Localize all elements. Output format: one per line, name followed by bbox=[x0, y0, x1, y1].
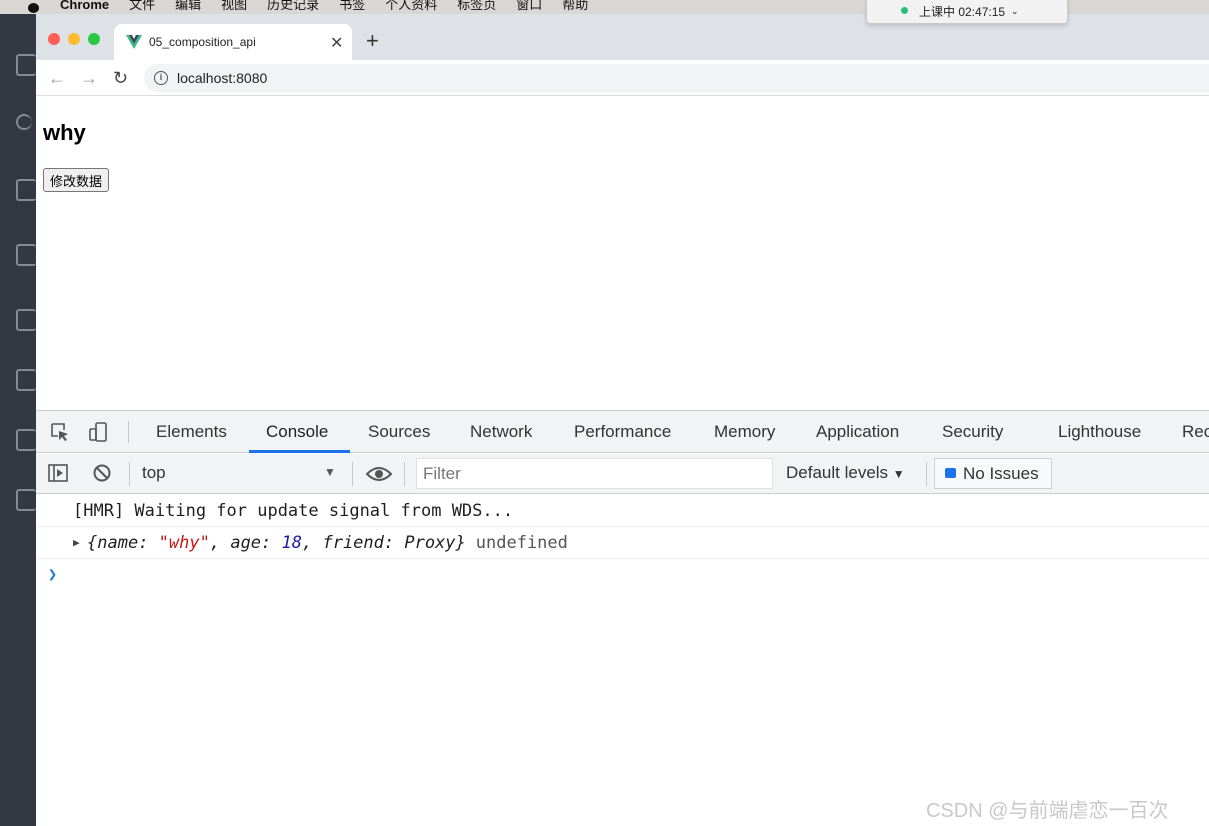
clear-console-icon[interactable] bbox=[92, 463, 112, 483]
object-value-name: "why" bbox=[158, 533, 210, 553]
watermark: CSDN @与前端虐恋一百次 bbox=[926, 800, 1169, 822]
zoom-window-icon[interactable] bbox=[88, 33, 100, 45]
menu-view[interactable]: 视图 bbox=[221, 0, 247, 11]
page-content: why 修改数据 bbox=[36, 96, 1209, 410]
tab-security[interactable]: Security bbox=[942, 422, 1003, 442]
console-message-text: [HMR] Waiting for update signal from WDS… bbox=[73, 501, 514, 521]
menu-profiles[interactable]: 个人资料 bbox=[385, 0, 437, 11]
devtools-panel: Elements Console Sources Network Perform… bbox=[36, 410, 1209, 826]
issues-button[interactable]: No Issues bbox=[934, 458, 1052, 489]
console-toolbar: top ▼ Default levels ▼ No Issues bbox=[36, 454, 1209, 494]
class-status-popup[interactable]: 上课中 02:47:15 ⌄ bbox=[866, 0, 1068, 24]
editor-activity-bar bbox=[0, 14, 36, 826]
search-icon[interactable] bbox=[16, 114, 32, 130]
filter-field[interactable] bbox=[416, 458, 773, 489]
chrome-window: 05_composition_api ✕ + ← → ↻ i localhost… bbox=[36, 14, 1209, 826]
reload-icon[interactable]: ↻ bbox=[113, 68, 128, 89]
forward-icon[interactable]: → bbox=[80, 68, 98, 89]
menu-bookmarks[interactable]: 书签 bbox=[339, 0, 365, 11]
menu-help[interactable]: 帮助 bbox=[562, 0, 588, 11]
active-tab-indicator bbox=[249, 450, 350, 453]
status-dot-icon bbox=[901, 7, 908, 14]
tab-network[interactable]: Network bbox=[470, 422, 532, 442]
menu-app-name[interactable]: Chrome bbox=[60, 0, 109, 11]
close-tab-icon[interactable]: ✕ bbox=[330, 33, 343, 53]
expand-triangle-icon[interactable]: ▶ bbox=[73, 527, 80, 559]
apple-icon[interactable] bbox=[26, 1, 42, 13]
toolbar-divider bbox=[926, 462, 927, 486]
chevron-down-icon: ▼ bbox=[892, 467, 905, 481]
testing-icon[interactable] bbox=[16, 429, 36, 451]
window-controls bbox=[48, 33, 100, 45]
menu-tabs[interactable]: 标签页 bbox=[457, 0, 496, 11]
issues-label: No Issues bbox=[963, 464, 1039, 483]
console-prompt[interactable]: ❯ bbox=[36, 559, 1209, 591]
tab-memory[interactable]: Memory bbox=[714, 422, 775, 442]
console-message: [HMR] Waiting for update signal from WDS… bbox=[36, 495, 1209, 527]
logged-object[interactable]: {name: "why", age: 18, friend: Proxy} bbox=[73, 533, 466, 553]
site-info-icon[interactable]: i bbox=[154, 71, 168, 85]
context-select[interactable]: top bbox=[142, 463, 166, 483]
toolbar-divider bbox=[352, 462, 353, 486]
menu-edit[interactable]: 编辑 bbox=[175, 0, 201, 11]
page-heading: why bbox=[43, 120, 86, 145]
chevron-down-icon[interactable]: ▼ bbox=[324, 465, 336, 479]
tab-elements[interactable]: Elements bbox=[156, 422, 227, 442]
close-window-icon[interactable] bbox=[48, 33, 60, 45]
toolbar-divider bbox=[129, 462, 130, 486]
browser-toolbar: ← → ↻ i localhost:8080 bbox=[36, 60, 1209, 96]
tab-application[interactable]: Application bbox=[816, 422, 899, 442]
debug-icon[interactable] bbox=[16, 244, 36, 266]
sidebar-toggle-icon[interactable] bbox=[48, 463, 68, 483]
back-icon[interactable]: ← bbox=[48, 68, 66, 89]
menu-file[interactable]: 文件 bbox=[129, 0, 155, 11]
issue-flag-icon bbox=[945, 468, 956, 478]
new-tab-icon[interactable]: + bbox=[366, 30, 379, 52]
object-brace: { bbox=[87, 533, 98, 553]
toolbar-divider bbox=[404, 462, 405, 486]
tab-console[interactable]: Console bbox=[266, 422, 328, 442]
vue-icon bbox=[126, 35, 142, 49]
tab-lighthouse[interactable]: Lighthouse bbox=[1058, 422, 1141, 442]
status-text: 上课中 02:47:15 bbox=[919, 5, 1006, 19]
url-text[interactable]: localhost:8080 bbox=[177, 70, 267, 86]
docker-icon[interactable] bbox=[16, 489, 36, 511]
logged-undefined: undefined bbox=[475, 533, 568, 553]
chevron-down-icon[interactable]: ⌄ bbox=[1011, 6, 1019, 17]
menu-window[interactable]: 窗口 bbox=[516, 0, 542, 11]
object-value-age: 18 bbox=[281, 533, 302, 553]
tab-sources[interactable]: Sources bbox=[368, 422, 430, 442]
object-key-age: , age: bbox=[209, 533, 282, 553]
object-key-name: name: bbox=[97, 533, 159, 553]
browser-tab[interactable]: 05_composition_api ✕ bbox=[114, 24, 352, 60]
tab-title: 05_composition_api bbox=[149, 35, 256, 49]
source-control-icon[interactable] bbox=[16, 179, 36, 201]
inspect-element-icon[interactable] bbox=[50, 422, 70, 442]
menu-history[interactable]: 历史记录 bbox=[267, 0, 319, 11]
address-bar[interactable]: i localhost:8080 bbox=[144, 64, 1209, 92]
prompt-chevron-icon: ❯ bbox=[48, 565, 58, 583]
filter-input[interactable] bbox=[417, 459, 772, 488]
toolbar-divider bbox=[128, 421, 129, 443]
console-message[interactable]: ▶ {name: "why", age: 18, friend: Proxy} u… bbox=[36, 527, 1209, 559]
remote-explorer-icon[interactable] bbox=[16, 369, 36, 391]
extensions-icon[interactable] bbox=[16, 309, 36, 331]
tab-recorder[interactable]: Rec bbox=[1182, 422, 1209, 442]
tab-performance[interactable]: Performance bbox=[574, 422, 671, 442]
minimize-window-icon[interactable] bbox=[68, 33, 80, 45]
console-output: [HMR] Waiting for update signal from WDS… bbox=[36, 495, 1209, 591]
log-levels-dropdown[interactable]: Default levels ▼ bbox=[786, 463, 905, 483]
log-levels-label: Default levels bbox=[786, 463, 889, 482]
devtools-tabs: Elements Console Sources Network Perform… bbox=[36, 411, 1209, 453]
eye-icon[interactable] bbox=[366, 464, 392, 484]
object-key-friend: , friend: Proxy} bbox=[302, 533, 466, 553]
modify-data-button[interactable]: 修改数据 bbox=[43, 168, 110, 192]
device-toolbar-icon[interactable] bbox=[88, 422, 108, 442]
explorer-icon[interactable] bbox=[16, 54, 36, 76]
